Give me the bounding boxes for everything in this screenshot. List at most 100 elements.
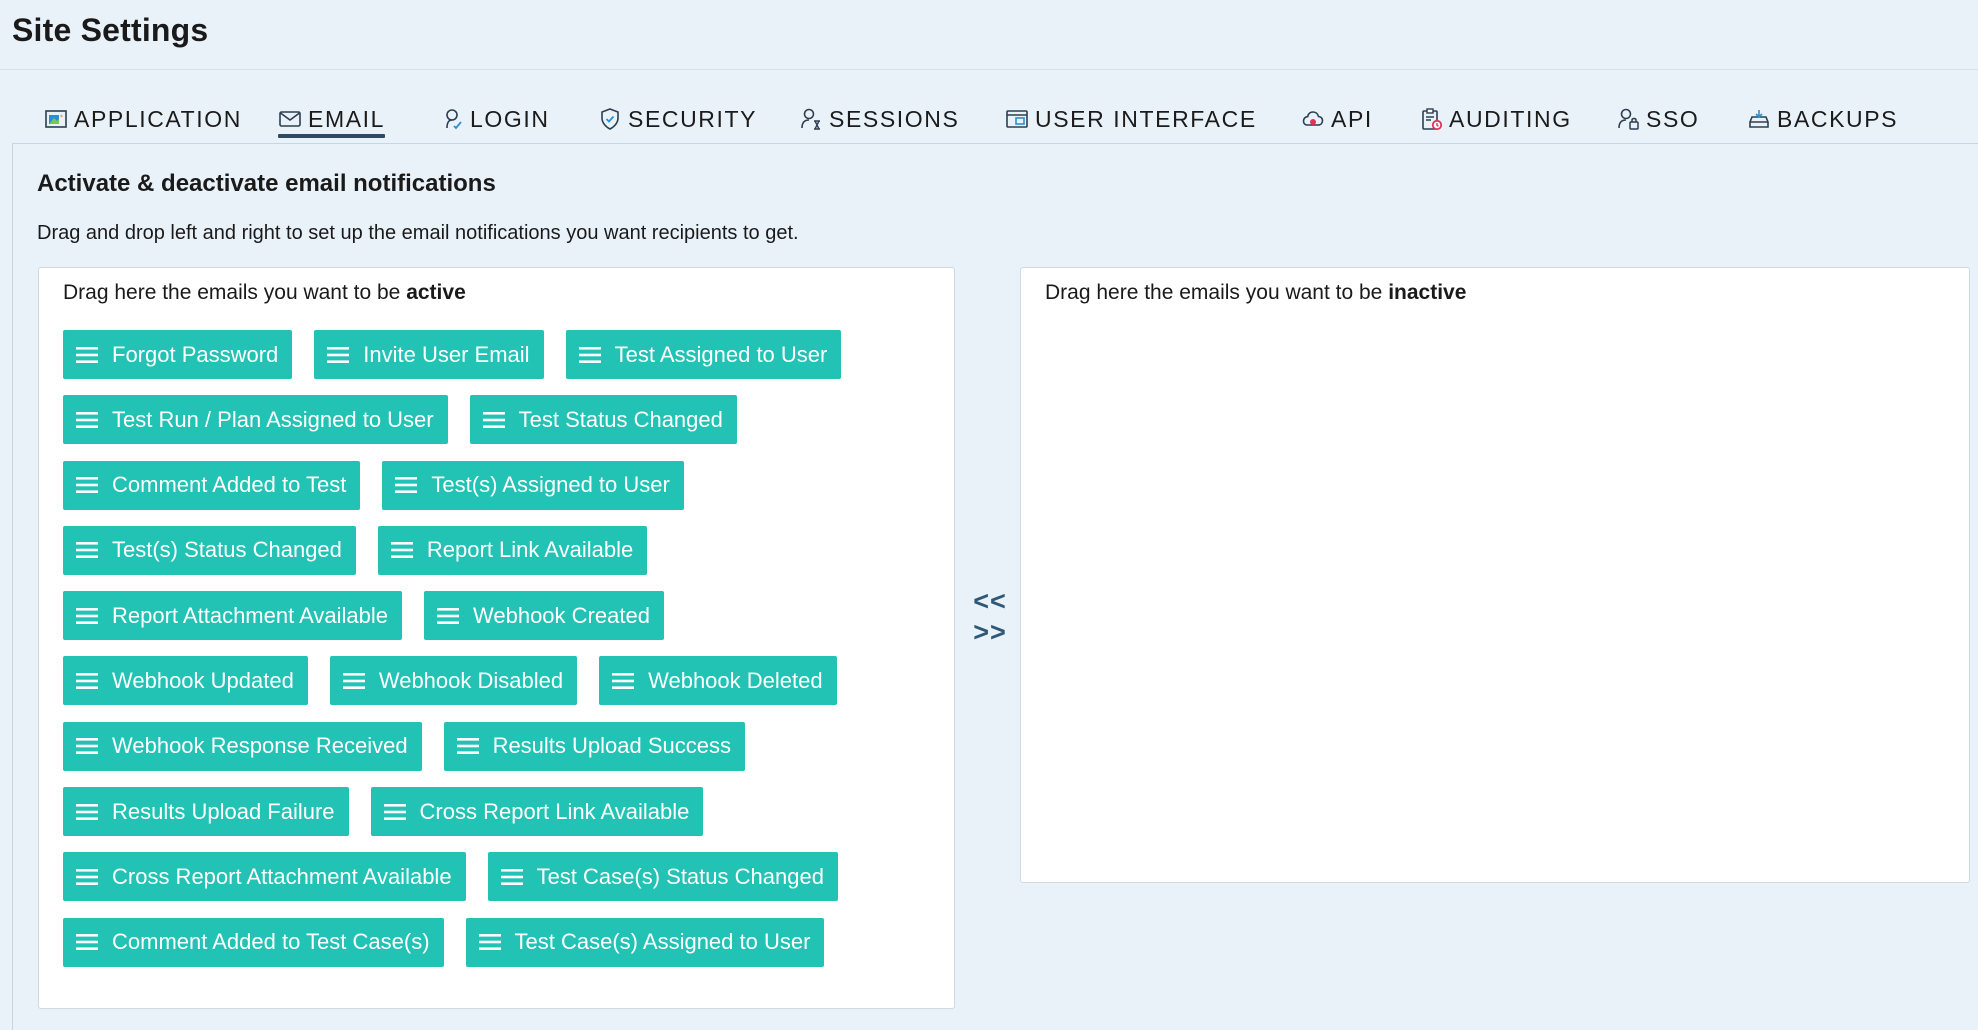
tab-label: USER INTERFACE (1035, 105, 1257, 132)
email-notification-chip[interactable]: Test Run / Plan Assigned to User (63, 395, 448, 445)
tab-sso[interactable]: SSO (1616, 96, 1699, 142)
email-notification-chip[interactable]: Webhook Created (424, 591, 664, 641)
tab-application[interactable]: APPLICATION (44, 96, 242, 142)
tab-label: EMAIL (308, 105, 386, 132)
drag-handle-icon (76, 868, 98, 885)
email-chip-label: Webhook Response Received (112, 733, 408, 759)
tab-login[interactable]: LOGIN (440, 96, 550, 142)
tab-auditing[interactable]: AUDITING (1419, 96, 1572, 142)
email-notification-chip[interactable]: Test Status Changed (469, 395, 737, 445)
email-notification-chip[interactable]: Test(s) Assigned to User (382, 460, 684, 510)
active-dropzone-caption: Drag here the emails you want to be acti… (63, 281, 466, 305)
transfer-arrows: << >> (968, 586, 1012, 648)
tab-label: LOGIN (470, 105, 550, 132)
tab-label: BACKUPS (1777, 105, 1899, 132)
tab-label: SECURITY (628, 105, 758, 132)
email-notification-chip[interactable]: Invite User Email (314, 330, 544, 379)
caption-text: Drag here the emails you want to be (63, 281, 407, 304)
tab-backups[interactable]: BACKUPS (1747, 96, 1898, 142)
email-chip-row: Results Upload Failure Cross Report Link … (63, 787, 943, 837)
email-chip-row: Test(s) Status Changed Report Link Availa… (63, 525, 943, 575)
email-notification-chip[interactable]: Test(s) Status Changed (63, 525, 356, 575)
tab-label: SSO (1646, 105, 1700, 132)
drag-handle-icon (437, 607, 459, 624)
email-notification-chip[interactable]: Webhook Updated (63, 656, 308, 706)
drag-handle-icon (327, 346, 350, 363)
email-settings-content: Activate & deactivate email notification… (12, 143, 1978, 1030)
email-notification-chip[interactable]: Test Case(s) Status Changed (487, 852, 838, 902)
drag-handle-icon (390, 542, 413, 559)
email-notification-chip[interactable]: Comment Added to Test (63, 460, 361, 510)
section-title: Activate & deactivate email notification… (37, 170, 496, 197)
email-chip-label: Test Case(s) Status Changed (536, 863, 824, 889)
email-chip-row: Forgot Password Invite User Email Test Ass… (63, 330, 943, 379)
email-chip-label: Forgot Password (112, 341, 279, 367)
email-icon (279, 111, 301, 127)
email-chip-row: Comment Added to Test Case(s) Test Case(s… (63, 917, 943, 967)
email-chip-row: Webhook Updated Webhook Disabled Webhook D… (63, 656, 943, 706)
move-left-button[interactable]: << (968, 586, 1012, 617)
email-notification-chip[interactable]: Forgot Password (63, 330, 293, 379)
email-notification-chip[interactable]: Results Upload Success (443, 721, 746, 771)
email-notification-chip[interactable]: Webhook Deleted (599, 656, 837, 706)
email-chip-label: Test(s) Status Changed (112, 537, 342, 563)
email-chip-label: Cross Report Link Available (419, 798, 690, 824)
tab-security[interactable]: SECURITY (598, 96, 757, 142)
tab-sessions[interactable]: SESSIONS (799, 96, 959, 142)
email-chip-label: Test Assigned to User (614, 341, 828, 367)
caption-emphasis: inactive (1388, 281, 1467, 304)
drag-handle-icon (342, 672, 365, 689)
active-emails-dropzone[interactable]: Drag here the emails you want to be acti… (38, 267, 955, 1009)
email-chip-label: Test Run / Plan Assigned to User (112, 406, 434, 432)
tab-label: SESSIONS (829, 105, 960, 132)
email-notification-chip[interactable]: Results Upload Failure (63, 787, 349, 837)
drag-handle-icon (478, 934, 501, 951)
email-notification-chip[interactable]: Cross Report Attachment Available (63, 852, 466, 902)
backups-icon (1749, 110, 1769, 128)
auditing-clipboard-icon (1422, 108, 1443, 131)
page-title: Site Settings (12, 12, 209, 48)
drag-handle-icon (383, 803, 406, 820)
email-chip-row: Report Attachment Available Webhook Creat… (63, 591, 943, 641)
tab-api[interactable]: API (1301, 96, 1373, 142)
email-notification-chip[interactable]: Comment Added to Test Case(s) (63, 917, 444, 967)
drag-handle-icon (482, 411, 505, 428)
drag-handle-icon (76, 803, 98, 820)
email-notification-chip[interactable]: Webhook Response Received (63, 721, 422, 771)
email-notification-chip[interactable]: Webhook Disabled (329, 656, 578, 706)
move-right-button[interactable]: >> (968, 617, 1012, 648)
email-chip-label: Webhook Disabled (378, 667, 564, 693)
drag-handle-icon (395, 477, 418, 494)
email-chip-label: Invite User Email (363, 341, 530, 367)
email-notification-chip[interactable]: Test Assigned to User (565, 330, 842, 379)
email-chip-row: Comment Added to Test Test(s) Assigned to… (63, 460, 943, 510)
drag-handle-icon (76, 607, 98, 624)
drag-handle-icon (76, 477, 98, 494)
email-notification-chip[interactable]: Test Case(s) Assigned to User (465, 917, 825, 967)
email-chip-row: Cross Report Attachment Available Test Ca… (63, 852, 943, 902)
email-chip-label: Webhook Created (473, 602, 650, 628)
email-chip-label: Webhook Updated (112, 667, 294, 693)
drag-handle-icon (76, 542, 98, 559)
sso-user-lock-icon (1618, 108, 1639, 130)
inactive-emails-dropzone[interactable]: Drag here the emails you want to be inac… (1020, 267, 1970, 883)
section-description: Drag and drop left and right to set up t… (37, 222, 799, 244)
email-chip-label: Results Upload Success (492, 733, 732, 759)
email-chip-row: Webhook Response Received Results Upload … (63, 721, 943, 771)
drag-handle-icon (456, 738, 479, 755)
email-notification-chip[interactable]: Cross Report Link Available (370, 787, 704, 837)
email-chip-label: Report Link Available (426, 537, 634, 563)
email-notification-chip[interactable]: Report Link Available (377, 525, 648, 575)
drag-handle-icon (76, 738, 98, 755)
email-chip-label: Cross Report Attachment Available (112, 863, 452, 889)
tab-user-interface[interactable]: USER INTERFACE (1005, 96, 1257, 142)
user-interface-icon (1006, 110, 1028, 128)
email-chip-label: Results Upload Failure (112, 798, 335, 824)
email-chip-row: Test Run / Plan Assigned to User Test Sta… (63, 395, 943, 445)
tab-email[interactable]: EMAIL (278, 96, 386, 142)
email-notification-chip[interactable]: Report Attachment Available (63, 591, 402, 641)
caption-text: Drag here the emails you want to be (1045, 281, 1389, 304)
inactive-dropzone-caption: Drag here the emails you want to be inac… (1045, 281, 1466, 305)
email-chip-label: Test Case(s) Assigned to User (514, 929, 811, 955)
sessions-icon (801, 108, 820, 130)
